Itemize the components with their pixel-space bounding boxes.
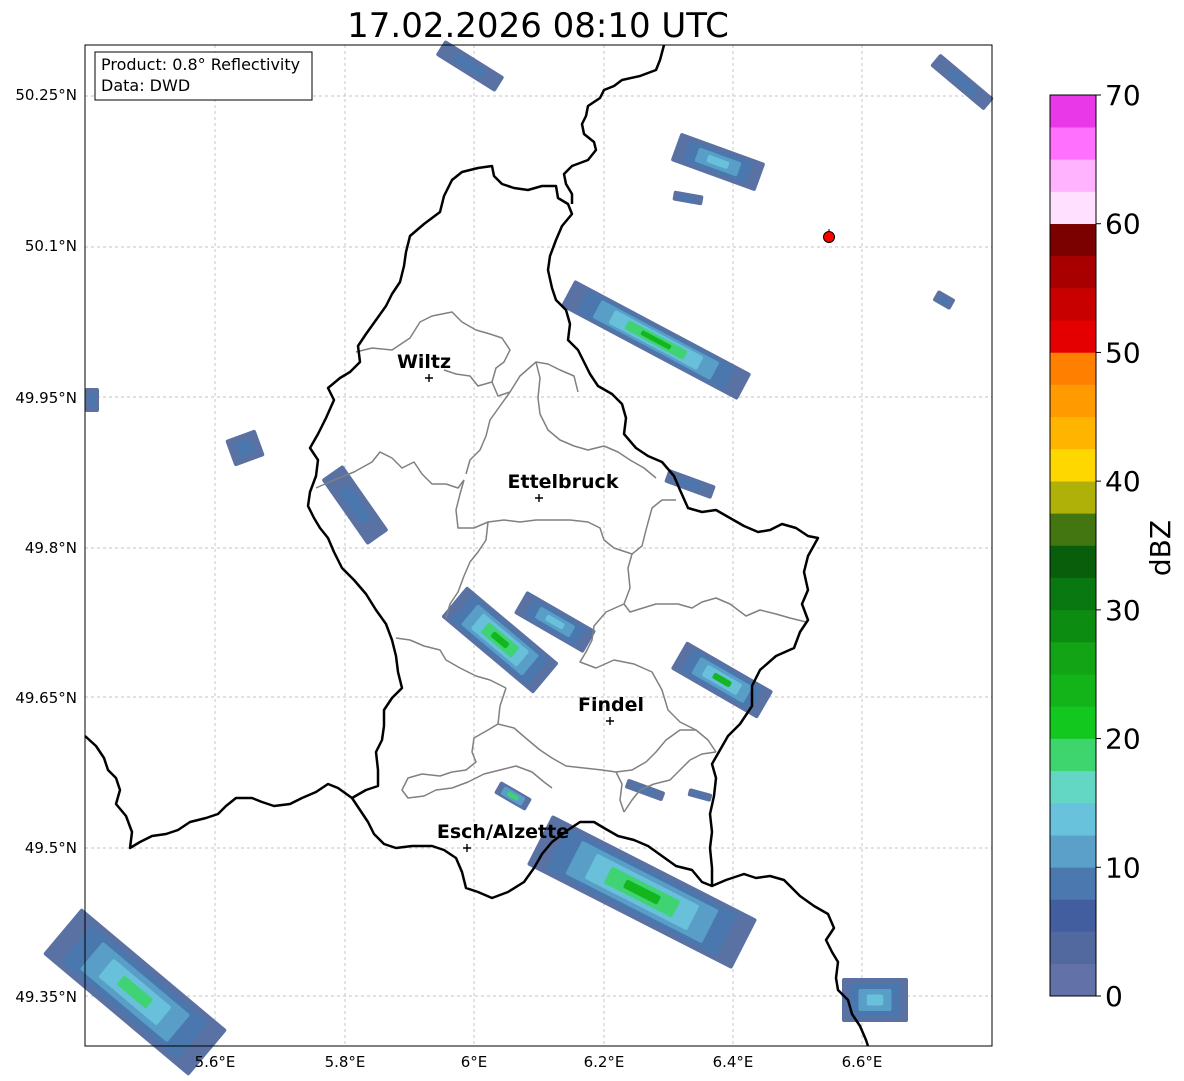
lon-tick-6.6: 6.6°E — [842, 1053, 883, 1071]
colorbar-segment-19 — [1050, 352, 1096, 385]
lon-tick-6.2: 6.2°E — [584, 1053, 625, 1071]
colorbar-segment-26 — [1050, 127, 1096, 160]
colorbar-tick-7: 70 — [1105, 79, 1141, 112]
info-data-source: Data: DWD — [101, 76, 190, 95]
colorbar-segment-7 — [1050, 738, 1096, 772]
colorbar-segment-14 — [1050, 513, 1096, 546]
radar-site-marker — [823, 231, 835, 243]
colorbar-tick-6: 60 — [1105, 208, 1141, 241]
colorbar-segment-21 — [1050, 288, 1096, 321]
colorbar-segment-18 — [1050, 384, 1096, 418]
map-frame-bg — [85, 45, 992, 1046]
colorbar-segment-10 — [1050, 642, 1096, 675]
colorbar-segment-0 — [1050, 963, 1096, 997]
lat-tick-49.65: 49.65°N — [15, 689, 77, 707]
colorbar-segment-22 — [1050, 255, 1096, 289]
colorbar-tick-4: 40 — [1105, 465, 1141, 498]
lon-tick-6.0: 6°E — [461, 1053, 488, 1071]
city-label-esch: Esch/Alzette — [437, 821, 569, 843]
lat-tick-49.35: 49.35°N — [15, 988, 77, 1006]
colorbar-segment-11 — [1050, 609, 1096, 643]
colorbar-segment-20 — [1050, 320, 1096, 353]
colorbar-segment-17 — [1050, 416, 1096, 450]
colorbar-tick-3: 30 — [1105, 594, 1141, 627]
colorbar-segment-5 — [1050, 802, 1096, 836]
colorbar-tick-0: 0 — [1105, 980, 1123, 1013]
city-label-wiltz: Wiltz — [397, 351, 451, 373]
lat-tick-50.25: 50.25°N — [15, 86, 77, 104]
colorbar-segment-1 — [1050, 931, 1096, 965]
radar-map: 17.02.2026 08:10 UTC Wiltz Ettelbruck Fi… — [15, 6, 1177, 1076]
lat-tick-49.50: 49.5°N — [25, 839, 77, 857]
colorbar-segment-6 — [1050, 770, 1096, 804]
map-title: 17.02.2026 08:10 UTC — [347, 6, 729, 46]
echo-west-edge — [85, 388, 99, 412]
colorbar-segment-12 — [1050, 577, 1096, 611]
colorbar-segment-16 — [1050, 448, 1096, 482]
city-label-ettelbruck: Ettelbruck — [508, 471, 619, 493]
colorbar: 0 10 20 30 40 50 60 70 dBZ — [1049, 79, 1177, 1013]
echo-west-edge-layer-1 — [88, 394, 96, 406]
colorbar-tick-1: 10 — [1105, 851, 1141, 884]
colorbar-segment-27 — [1050, 95, 1096, 128]
lat-tick-49.80: 49.8°N — [25, 539, 77, 557]
lon-tick-6.4: 6.4°E — [713, 1053, 754, 1071]
lat-tick-50.10: 50.1°N — [25, 237, 77, 255]
colorbar-tick-2: 20 — [1105, 723, 1141, 756]
colorbar-segment-2 — [1050, 899, 1096, 932]
colorbar-tick-5: 50 — [1105, 336, 1141, 369]
colorbar-ticks: 0 10 20 30 40 50 60 70 — [1096, 79, 1141, 1013]
lon-tick-5.6: 5.6°E — [195, 1053, 236, 1071]
colorbar-segment-25 — [1050, 159, 1096, 192]
colorbar-segment-24 — [1050, 191, 1096, 225]
info-product: Product: 0.8° Reflectivity — [101, 55, 300, 74]
map-panel: Wiltz Ettelbruck Findel Esch/Alzette Pro… — [43, 40, 994, 1076]
echo-south-east-layer-3 — [866, 994, 884, 1006]
colorbar-segment-4 — [1050, 835, 1096, 868]
colorbar-label: dBZ — [1144, 520, 1177, 576]
colorbar-segment-23 — [1050, 223, 1096, 257]
colorbar-segment-8 — [1050, 706, 1096, 739]
lon-tick-5.8: 5.8°E — [325, 1053, 366, 1071]
lat-tick-49.95: 49.95°N — [15, 389, 77, 407]
colorbar-segment-13 — [1050, 545, 1096, 578]
colorbar-segment-9 — [1050, 674, 1096, 707]
city-label-findel: Findel — [578, 694, 644, 716]
colorbar-segments — [1050, 95, 1096, 997]
colorbar-segment-15 — [1050, 481, 1096, 514]
colorbar-segment-3 — [1050, 867, 1096, 900]
